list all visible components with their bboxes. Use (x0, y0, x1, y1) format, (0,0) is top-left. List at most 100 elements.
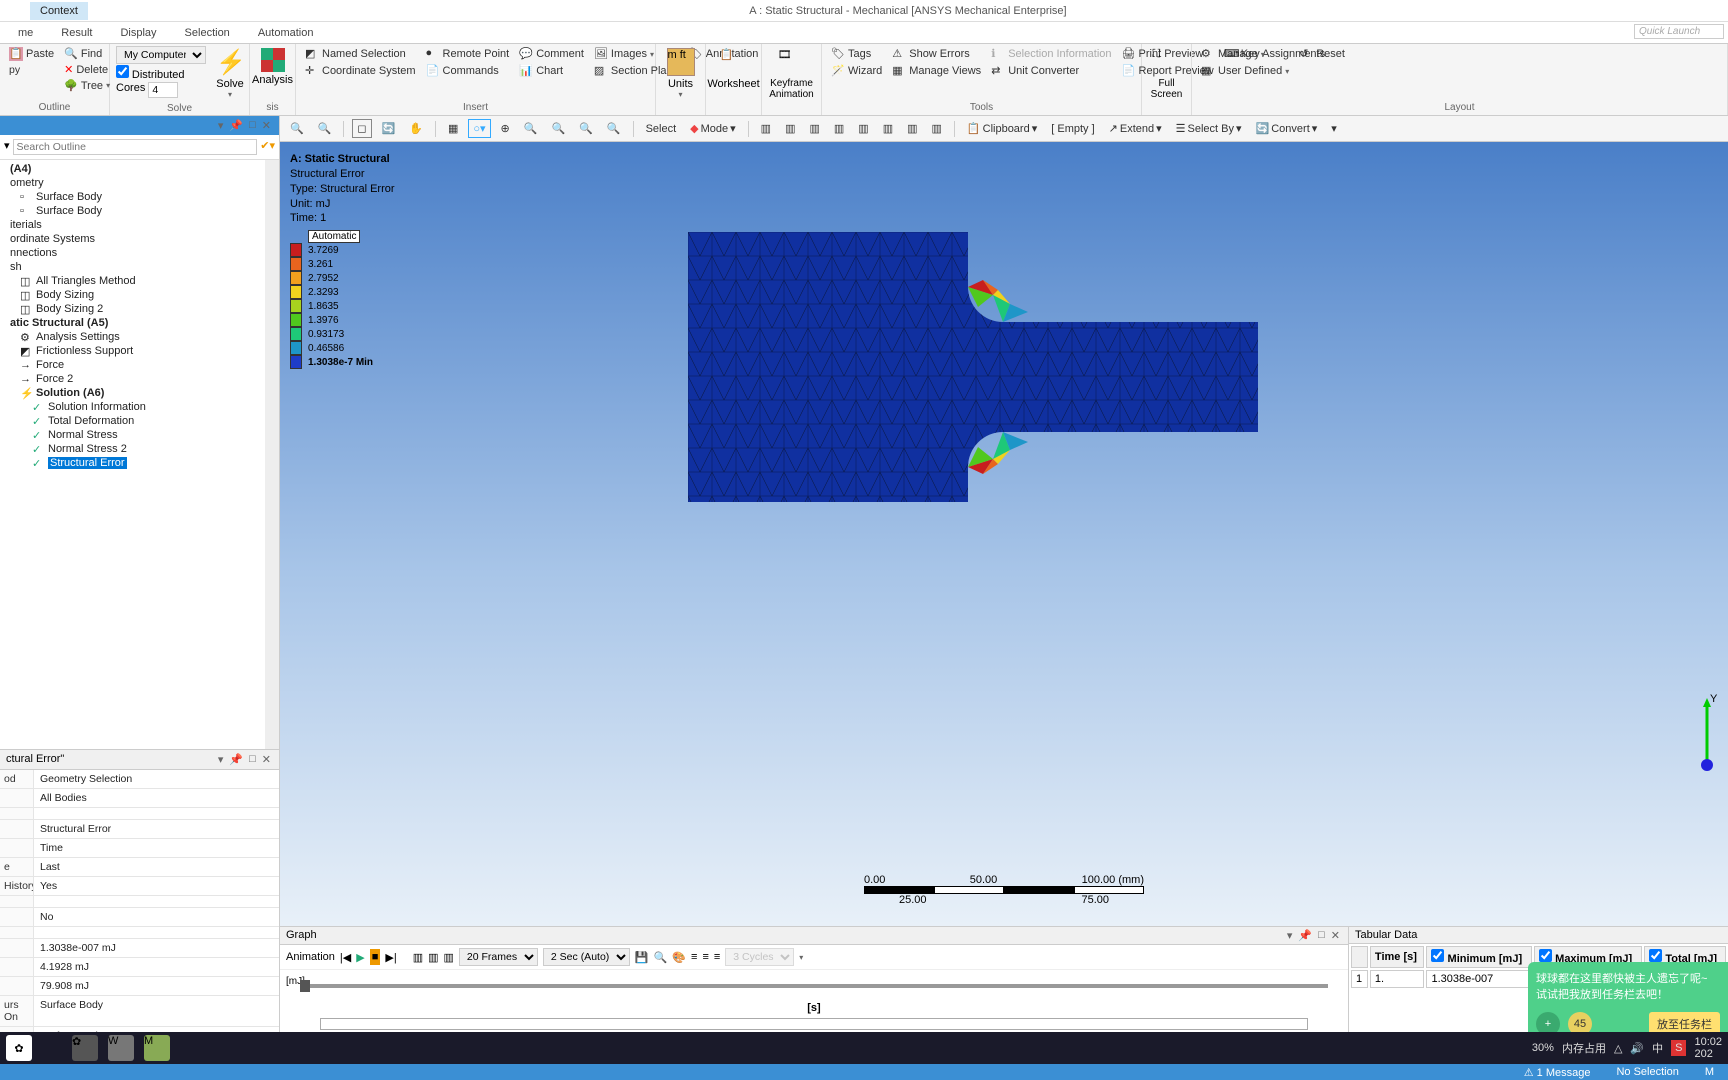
tree-button[interactable]: 🌳Tree▾ (61, 78, 113, 93)
maximize-icon[interactable]: □ (247, 119, 258, 132)
close-icon[interactable]: ✕ (260, 119, 273, 132)
mesh-icon: ◫ (20, 303, 32, 315)
last-frame-icon[interactable]: ▶| (385, 951, 396, 964)
menu-display[interactable]: Display (106, 23, 170, 43)
menu-home[interactable]: me (4, 23, 47, 43)
legend-header[interactable]: Automatic (308, 230, 360, 243)
opt1-icon[interactable]: ≡ (691, 951, 697, 963)
scale-bar: 0.0050.00100.00 (mm) 25.0075.00 (864, 874, 1144, 906)
close-icon[interactable]: ✕ (260, 753, 273, 766)
wizard-button[interactable]: 🪄Wizard (828, 63, 885, 79)
solve-button[interactable]: ⚡ Solve▾ (210, 46, 250, 101)
os-taskbar[interactable]: ✿ ✿ W M 30% 内存占用 △ 🔊 中 S 10:02202 (0, 1032, 1728, 1064)
distributed-checkbox[interactable]: Distributed (116, 65, 206, 81)
selection-info-button[interactable]: ℹSelection Information (988, 46, 1114, 62)
color-legend[interactable]: Automatic 3.72693.2612.79522.32931.86351… (290, 230, 373, 369)
solver-target-select[interactable]: My Computer (116, 46, 206, 64)
full-screen-button[interactable]: ⛶Full Screen (1148, 46, 1185, 102)
export-icon[interactable]: 💾 (635, 951, 649, 964)
opt2-icon[interactable]: ≡ (702, 951, 708, 963)
details-grid[interactable]: odGeometry Selection All Bodies Structur… (0, 770, 279, 1058)
legend-swatch (290, 271, 302, 285)
keyframe-button[interactable]: 🎞Keyframe Animation (768, 46, 815, 102)
start-icon[interactable]: ✿ (6, 1035, 32, 1061)
filter-icon[interactable]: ✔▾ (260, 139, 275, 155)
context-tab[interactable]: Context (30, 2, 88, 20)
user-defined-button[interactable]: ▦User Defined▾ (1198, 63, 1292, 79)
app-icon[interactable]: W (108, 1035, 134, 1061)
first-frame-icon[interactable]: |◀ (340, 951, 351, 964)
time-slider[interactable] (300, 984, 1328, 988)
delete-button[interactable]: ✕Delete (61, 62, 113, 77)
tray-icon[interactable]: S (1671, 1040, 1686, 1056)
legend-value: 3.261 (308, 259, 333, 270)
ime-indicator[interactable]: 中 (1652, 1040, 1663, 1056)
mode1-icon[interactable]: ▥ (413, 951, 423, 964)
search-outline-input[interactable] (13, 139, 258, 155)
zoom-icon[interactable]: 🔍 (654, 951, 668, 964)
tags-button[interactable]: 🏷Tags (828, 46, 885, 62)
menu-selection[interactable]: Selection (171, 23, 244, 43)
maximize-icon[interactable]: □ (1316, 929, 1327, 942)
app-icon[interactable]: ✿ (72, 1035, 98, 1061)
filter-dropdown[interactable]: ▾ (4, 139, 10, 155)
color-icon[interactable]: 🎨 (672, 951, 686, 964)
pin-icon[interactable]: 📌 (227, 119, 245, 132)
chart-button[interactable]: 📊Chart (516, 63, 587, 79)
dropdown-icon[interactable]: ▾ (216, 119, 226, 132)
mode3-icon[interactable]: ▥ (444, 951, 454, 964)
app-icon[interactable]: M (144, 1035, 170, 1061)
pin-icon[interactable]: 📌 (1296, 929, 1314, 942)
duration-select[interactable]: 2 Sec (Auto) (543, 948, 630, 966)
cores-input[interactable] (148, 82, 178, 98)
reset-layout-button[interactable]: ↺Reset (1296, 46, 1348, 62)
structural-error-node[interactable]: ✓Structural Error (2, 456, 279, 470)
quick-launch-input[interactable]: Quick Launch (1634, 24, 1724, 39)
axis-triad[interactable]: Y (1692, 693, 1722, 776)
dropdown-icon[interactable]: ▾ (1285, 929, 1295, 942)
play-icon[interactable]: ▶ (356, 951, 364, 964)
units-button[interactable]: m ftUnits▾ (662, 46, 699, 101)
max-checkbox[interactable] (1539, 949, 1552, 962)
assistant-popup[interactable]: 球球都在这里都快被主人遗忘了呢~ 试试把我放到任务栏去吧！ + 45 放至任务栏 (1528, 962, 1728, 1040)
worksheet-button[interactable]: 📋Worksheet (712, 46, 755, 92)
coord-system-button[interactable]: ✛Coordinate System (302, 63, 419, 79)
metric-status: M (1699, 1066, 1720, 1078)
legend-value: 1.3038e-7 Min (308, 357, 373, 368)
menu-automation[interactable]: Automation (244, 23, 328, 43)
opt3-icon[interactable]: ≡ (714, 951, 720, 963)
mode2-icon[interactable]: ▥ (428, 951, 438, 964)
analysis-button[interactable]: Analysis (256, 46, 289, 88)
comment-button[interactable]: 💬Comment (516, 46, 587, 62)
total-checkbox[interactable] (1649, 949, 1662, 962)
cycles-select[interactable]: 3 Cycles (725, 948, 794, 966)
copy-button[interactable]: py (6, 63, 57, 77)
unit-converter-button[interactable]: ⇄Unit Converter (988, 63, 1114, 79)
manage-layout-button[interactable]: ⚙Manage▾ (1198, 46, 1292, 62)
tray-icon[interactable]: △ (1614, 1042, 1622, 1055)
fea-mesh-result (688, 232, 1268, 512)
dropdown-icon[interactable]: ▾ (216, 753, 226, 766)
menu-result[interactable]: Result (47, 23, 106, 43)
messages-status[interactable]: ⚠ 1 Message (1518, 1066, 1597, 1079)
pin-icon[interactable]: 📌 (227, 753, 245, 766)
paste-button[interactable]: 📋Paste (6, 46, 57, 62)
commands-button[interactable]: 📄Commands (423, 63, 513, 79)
timeline-bar[interactable] (320, 1018, 1308, 1030)
min-checkbox[interactable] (1431, 949, 1444, 962)
stop-icon[interactable]: ■ (370, 949, 381, 965)
graphics-viewport[interactable]: A: Static Structural Structural Error Ty… (280, 142, 1728, 926)
maximize-icon[interactable]: □ (247, 753, 258, 766)
tree-scrollbar[interactable] (265, 160, 279, 749)
show-errors-button[interactable]: ⚠Show Errors (889, 46, 984, 62)
clock[interactable]: 10:02202 (1694, 1036, 1722, 1060)
frames-select[interactable]: 20 Frames (459, 948, 538, 966)
outline-tree[interactable]: (A4) ometry ▫Surface Body ▫Surface Body … (0, 160, 279, 749)
close-icon[interactable]: ✕ (1329, 929, 1342, 942)
tray-icon[interactable]: 🔊 (1630, 1042, 1644, 1055)
named-selection-button[interactable]: ◩Named Selection (302, 46, 419, 62)
manage-views-button[interactable]: ▦Manage Views (889, 63, 984, 79)
find-button[interactable]: 🔍Find (61, 46, 113, 61)
title-bar: Context A : Static Structural - Mechanic… (0, 0, 1728, 22)
remote-point-button[interactable]: ●Remote Point (423, 46, 513, 62)
